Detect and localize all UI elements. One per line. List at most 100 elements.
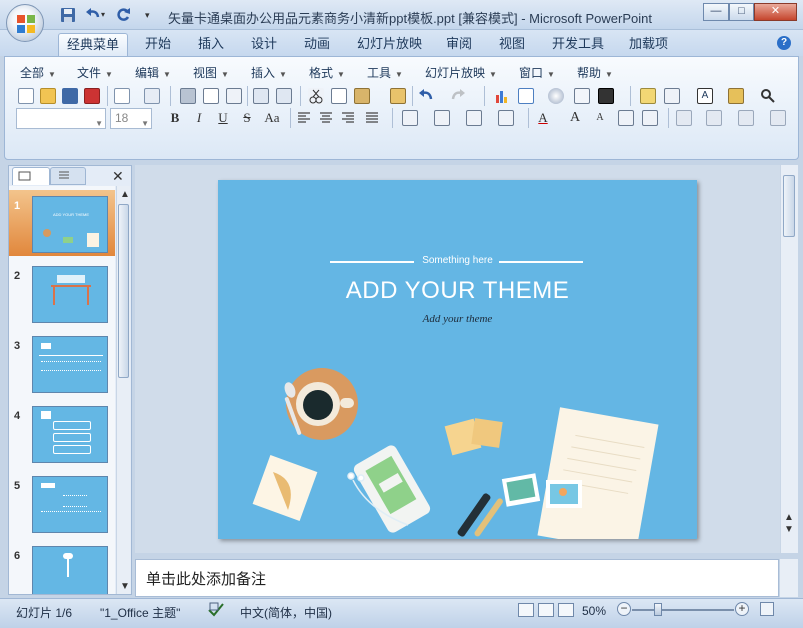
scroll-down-icon[interactable]: ▼: [120, 582, 130, 592]
menu-tools[interactable]: 工具 ▼: [367, 64, 403, 81]
undo-icon[interactable]: [418, 88, 434, 104]
format-painter-icon[interactable]: [390, 88, 406, 104]
pdf-icon[interactable]: [84, 88, 100, 104]
menu-slideshow[interactable]: 幻灯片放映 ▼: [425, 64, 497, 81]
zoom-level[interactable]: 50%: [582, 604, 606, 618]
slide-view-icon[interactable]: [226, 88, 242, 104]
text-box-icon[interactable]: A: [697, 88, 713, 104]
redo-icon[interactable]: [114, 7, 132, 23]
slide-thumbnail-2[interactable]: 2: [9, 260, 115, 326]
tab-home[interactable]: 开始: [137, 33, 179, 56]
underline-button[interactable]: U: [214, 109, 232, 127]
menu-format[interactable]: 格式 ▼: [309, 64, 345, 81]
notes-placeholder[interactable]: 单击此处添加备注: [146, 568, 266, 589]
grow-font-button[interactable]: A: [568, 109, 582, 127]
undo-dropdown-icon[interactable]: ▾: [101, 7, 109, 23]
save-icon[interactable]: [62, 88, 78, 104]
minimize-button[interactable]: —: [703, 3, 729, 21]
slide-tagline[interactable]: Add your theme: [218, 313, 697, 325]
font-size-select[interactable]: 18 ▼: [110, 108, 152, 129]
undo-icon[interactable]: [84, 7, 102, 23]
new-slide-icon[interactable]: [640, 88, 656, 104]
save-icon[interactable]: [60, 7, 78, 23]
slide-thumbnail-5[interactable]: 5: [9, 470, 115, 536]
zoom-in-icon[interactable]: +: [735, 602, 749, 616]
scrollbar-thumb[interactable]: [783, 175, 795, 237]
notes-pane[interactable]: 单击此处添加备注: [135, 559, 779, 597]
columns-icon[interactable]: [402, 110, 418, 126]
attach-icon[interactable]: [144, 88, 160, 104]
line-spacing-icon[interactable]: [434, 110, 450, 126]
panel-close-icon[interactable]: ✕: [112, 168, 124, 185]
slide-thumbnail-6[interactable]: 6: [9, 540, 115, 594]
menu-help[interactable]: 帮助 ▼: [577, 64, 613, 81]
clipart-icon[interactable]: [548, 88, 564, 104]
zoom-out-icon[interactable]: −: [617, 602, 631, 616]
new-file-icon[interactable]: [18, 88, 34, 104]
slideshow-view-icon[interactable]: [558, 603, 574, 617]
tab-insert[interactable]: 插入: [190, 33, 232, 56]
menu-view[interactable]: 视图 ▼: [193, 64, 229, 81]
slide-thumbnail-3[interactable]: 3: [9, 330, 115, 396]
slide-thumbnail-1[interactable]: 1 ADD YOUR THEME: [9, 190, 115, 256]
font-name-select[interactable]: ▼: [16, 108, 106, 129]
copy-icon[interactable]: [331, 88, 347, 104]
slide-sorter-view-icon[interactable]: [538, 603, 554, 617]
italic-button[interactable]: I: [190, 109, 208, 127]
shapes-icon[interactable]: [706, 110, 722, 126]
open-folder-icon[interactable]: [40, 88, 56, 104]
chart-icon[interactable]: [494, 88, 510, 104]
decrease-indent-icon[interactable]: [618, 110, 634, 126]
tab-slides[interactable]: [12, 167, 50, 185]
help-icon[interactable]: ?: [777, 36, 791, 50]
maximize-button[interactable]: □: [729, 3, 754, 21]
language-indicator[interactable]: 中文(简体，中国): [240, 604, 332, 621]
print-icon[interactable]: [180, 88, 196, 104]
menu-file[interactable]: 文件 ▼: [77, 64, 113, 81]
menu-all[interactable]: 全部 ▼: [20, 64, 56, 81]
normal-view-icon[interactable]: [518, 603, 534, 617]
thumbnail-scrollbar[interactable]: ▲ ▼: [116, 186, 130, 594]
slide-scrollbar[interactable]: ▲ ▼: [780, 165, 798, 553]
proofing-icon[interactable]: [207, 601, 225, 617]
previous-slide-icon[interactable]: ▲: [784, 513, 794, 523]
numbering-icon[interactable]: [466, 110, 482, 126]
quick-styles-icon[interactable]: [738, 110, 754, 126]
fit-to-window-icon[interactable]: [760, 602, 774, 616]
zoom-slider-thumb[interactable]: [654, 603, 662, 616]
strikethrough-button[interactable]: S: [238, 109, 256, 127]
tab-outline[interactable]: [50, 167, 86, 185]
tab-classic-menu[interactable]: 经典菜单: [58, 33, 129, 56]
cut-icon[interactable]: [308, 88, 324, 104]
notes-scrollbar[interactable]: [780, 559, 798, 597]
shrink-font-button[interactable]: A: [594, 109, 606, 127]
current-slide[interactable]: Something here ADD YOUR THEME Add your t…: [218, 180, 697, 539]
print-preview-icon[interactable]: [203, 88, 219, 104]
customize-quick-access-icon[interactable]: ▾: [145, 7, 155, 23]
tab-developer[interactable]: 开发工具: [544, 33, 612, 56]
color-mode-icon[interactable]: [598, 88, 614, 104]
paste-icon[interactable]: [354, 88, 370, 104]
shape-fill-icon[interactable]: [770, 110, 786, 126]
tab-design[interactable]: 设计: [243, 33, 285, 56]
tab-review[interactable]: 审阅: [438, 33, 480, 56]
redo-icon[interactable]: [450, 88, 466, 104]
layout-icon[interactable]: [664, 88, 680, 104]
office-button[interactable]: [6, 4, 44, 42]
arrange-icon[interactable]: [676, 110, 692, 126]
permission-icon[interactable]: [114, 88, 130, 104]
zoom-slider[interactable]: [632, 609, 734, 611]
slide-subtitle[interactable]: Something here: [218, 255, 697, 266]
folder-icon[interactable]: [728, 88, 744, 104]
search-icon[interactable]: [760, 88, 776, 104]
table-icon[interactable]: [518, 88, 534, 104]
slide-thumbnail-4[interactable]: 4: [9, 400, 115, 466]
font-color-button[interactable]: A: [534, 109, 552, 127]
tab-addins[interactable]: 加载项: [621, 33, 676, 56]
bullets-icon[interactable]: [498, 110, 514, 126]
menu-insert[interactable]: 插入 ▼: [251, 64, 287, 81]
slide-title[interactable]: ADD YOUR THEME: [218, 277, 697, 305]
next-slide-icon[interactable]: ▼: [784, 525, 794, 535]
scroll-up-icon[interactable]: ▲: [120, 190, 130, 200]
change-case-button[interactable]: Aa: [260, 109, 284, 127]
